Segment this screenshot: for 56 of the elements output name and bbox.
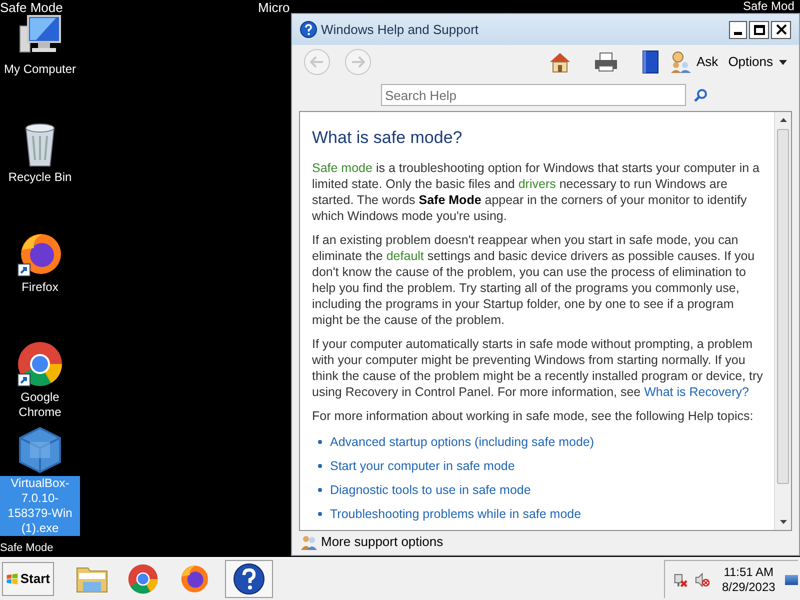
cube-icon (18, 426, 62, 474)
bullet-icon (318, 464, 322, 468)
glossary-term[interactable]: Safe mode (312, 161, 372, 175)
house-icon[interactable] (548, 51, 572, 73)
more-support-button[interactable]: More support options (292, 531, 799, 553)
bullet-icon (318, 440, 322, 444)
people-icon (301, 534, 317, 550)
speaker-icon[interactable] (695, 572, 710, 588)
paragraph: Safe mode is a troubleshooting option for Windows that starts your computer in a limited state. Only the basic files and drivers necessary to run Windows are started. The words Safe Mode appear in the corners of your monitor to identify which Windows mode you're using. (312, 160, 760, 224)
article-heading: What is safe mode? (312, 128, 464, 148)
search-icon[interactable] (694, 88, 707, 102)
taskbar-button[interactable] (225, 560, 273, 598)
help-topic-link[interactable]: Advanced startup options (including safe mode) (330, 434, 594, 450)
help-topic-link[interactable]: Start your computer in safe mode (330, 458, 515, 474)
bullet-icon (318, 488, 322, 492)
show-desktop-button[interactable] (785, 574, 798, 584)
help-topic-link[interactable]: Troubleshooting problems while in safe mode (330, 506, 582, 522)
safe-mode-label: Safe Mode (0, 542, 54, 555)
window-title: Windows Help and Support (321, 20, 480, 39)
safe-mode-label: Safe Mod (743, 0, 794, 12)
icon-label[interactable]: My Computer (0, 62, 80, 77)
icon-label[interactable]: Recycle Bin (0, 170, 80, 185)
help-link[interactable]: What is Recovery? (644, 385, 749, 399)
glossary-term[interactable]: default (386, 249, 424, 263)
paragraph: If your computer automatically starts in safe mode without prompting, a problem with your computer might be preventing Windows from starting normally. If you think the cause of the problem might be a recently installed program or device, try using Recovery in Control Panel. For more information, see What is Recovery? (312, 336, 764, 400)
chrome-icon[interactable] (127, 563, 159, 595)
safe-mode-label: Safe Mode (0, 0, 63, 15)
help-icon (300, 21, 317, 38)
bullet-icon (318, 512, 322, 516)
left-arrow-icon (310, 56, 324, 68)
glossary-term[interactable]: drivers (518, 177, 556, 191)
close-icon (776, 24, 786, 35)
caret-icon (779, 60, 787, 64)
paragraph: If an existing problem doesn't reappear when you start in safe mode, you can eliminate the default settings and basic device drivers as possible causes. If you don't know the cause of the problem, you can use the process of elimination to help you find the problem. Try starting all of the programs you commonly use, including the programs in your Startup folder, one by one to see if a program might be the cause of the problem. (312, 232, 756, 328)
people-icon (670, 51, 692, 73)
ask-button[interactable]: Ask (670, 51, 718, 73)
scrollbar[interactable] (774, 112, 791, 530)
book-icon[interactable] (640, 50, 660, 74)
system-version-label: Micro (258, 0, 290, 15)
start-button[interactable]: Start (2, 562, 54, 596)
clock[interactable]: 11:51 AM 8/29/2023 (722, 564, 776, 594)
windows-logo-icon (6, 571, 18, 587)
right-arrow-icon (351, 56, 365, 68)
paragraph: For more information about working in safe mode, see the following Help topics: (312, 408, 754, 424)
icon-label[interactable]: Firefox (0, 280, 80, 295)
minimize-button[interactable] (729, 20, 747, 38)
icon-label[interactable]: Google Chrome (0, 390, 80, 420)
help-icon[interactable] (233, 563, 265, 595)
help-topic-link[interactable]: Diagnostic tools to use in safe mode (330, 482, 531, 498)
chrome-icon (16, 340, 64, 388)
network-icon[interactable] (673, 572, 688, 588)
maximize-button[interactable] (749, 20, 769, 38)
printer-icon[interactable] (594, 52, 618, 72)
close-button[interactable] (771, 20, 791, 38)
search-field[interactable]: Search Help (381, 84, 686, 106)
options-button[interactable]: Options (728, 52, 787, 72)
